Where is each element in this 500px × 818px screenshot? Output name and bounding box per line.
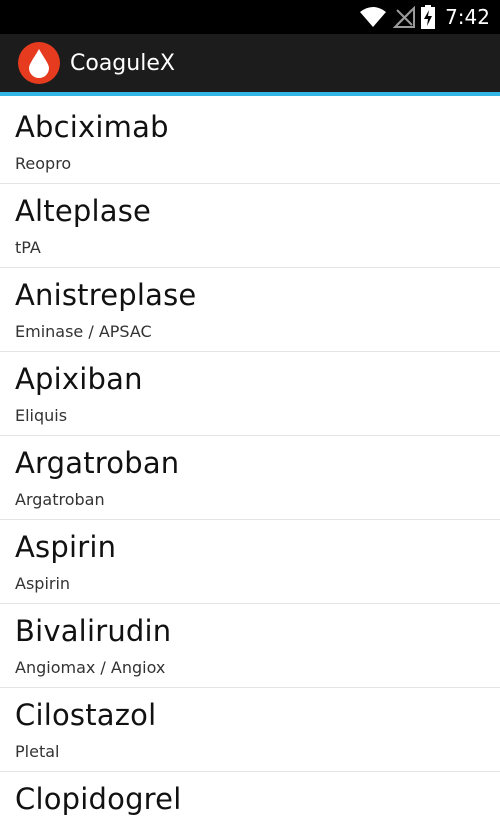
list-item[interactable]: Abciximab Reopro	[0, 100, 500, 184]
list-item[interactable]: Cilostazol Pletal	[0, 688, 500, 772]
drug-name: Alteplase	[15, 194, 152, 228]
drug-list[interactable]: Abciximab Reopro Alteplase tPA Anistrepl…	[0, 100, 500, 818]
drug-name: Bivalirudin	[15, 614, 172, 648]
drug-name: Argatroban	[15, 446, 180, 480]
signal-icon	[393, 6, 416, 28]
status-clock: 7:42	[445, 5, 490, 29]
drug-brand: Eliquis	[15, 406, 68, 425]
drug-brand: Reopro	[15, 154, 72, 173]
status-bar: 7:42	[0, 0, 500, 34]
list-item[interactable]: Apixiban Eliquis	[0, 352, 500, 436]
list-item[interactable]: Anistreplase Eminase / APSAC	[0, 268, 500, 352]
drug-brand: tPA	[15, 238, 41, 257]
drug-brand: Eminase / APSAC	[15, 322, 152, 341]
list-item[interactable]: Alteplase tPA	[0, 184, 500, 268]
drug-name: Aspirin	[15, 530, 117, 564]
list-item[interactable]: Aspirin Aspirin	[0, 520, 500, 604]
drug-brand: Argatroban	[15, 490, 105, 509]
drug-name: Apixiban	[15, 362, 143, 396]
blood-drop-icon[interactable]	[18, 42, 60, 84]
battery-charging-icon	[421, 5, 436, 29]
app-title: CoaguleX	[70, 50, 175, 76]
drug-name: Clopidogrel	[15, 782, 182, 816]
drug-brand: Pletal	[15, 742, 60, 761]
drug-name: Cilostazol	[15, 698, 157, 732]
list-item[interactable]: Argatroban Argatroban	[0, 436, 500, 520]
list-item[interactable]: Clopidogrel	[0, 772, 500, 818]
action-bar: CoaguleX	[0, 34, 500, 96]
drug-name: Anistreplase	[15, 278, 197, 312]
drug-brand: Angiomax / Angiox	[15, 658, 166, 677]
drug-brand: Aspirin	[15, 574, 71, 593]
list-item[interactable]: Bivalirudin Angiomax / Angiox	[0, 604, 500, 688]
drug-name: Abciximab	[15, 110, 169, 144]
wifi-icon	[360, 7, 387, 27]
